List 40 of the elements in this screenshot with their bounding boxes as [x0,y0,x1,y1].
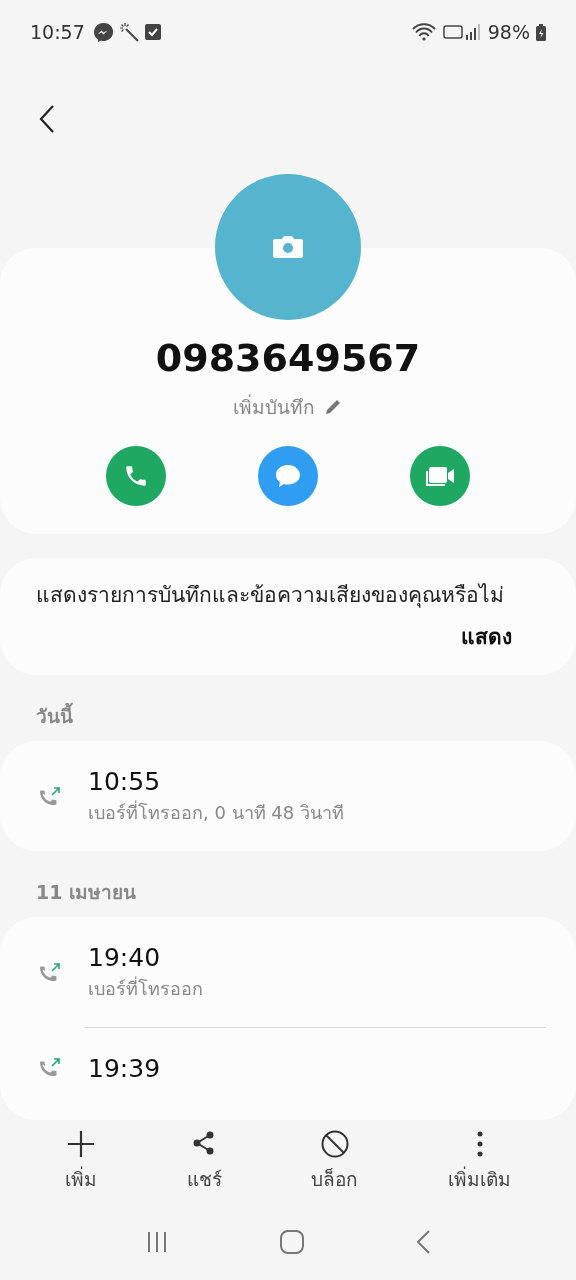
more-button[interactable]: เพิ่มเติม [438,1126,522,1198]
show-button[interactable]: แสดง [457,617,516,655]
call-button[interactable] [106,446,166,506]
add-note-button[interactable]: เพิ่มบันทึก [233,392,343,422]
date-header: วันนี้ [35,701,74,729]
chat-bubble-icon [274,463,302,489]
back-icon [415,1229,431,1255]
battery-icon [536,23,546,41]
call-detail: เบอร์ที่โทรออก [88,975,203,1001]
more-icon [475,1130,484,1158]
plus-icon [66,1130,95,1158]
home-icon [279,1229,305,1255]
camera-icon [272,235,304,259]
call-time: 19:40 [88,942,162,972]
call-time: 10:55 [88,766,162,796]
call-log-item[interactable]: 10:55 เบอร์ที่โทรออก, 0 นาที 48 วินาที [0,746,576,845]
message-button[interactable] [258,446,318,506]
messenger-icon [92,22,113,42]
checkbox-icon [144,24,161,40]
battery-level: 98% [487,21,530,43]
signal-icon [441,23,482,41]
status-time: 10:57 [30,21,85,43]
recent-apps-icon [145,1230,169,1254]
prompt-text: แสดงรายการบันทึกและข้อความเสียงของคุณหรือไม่ [36,582,505,610]
pencil-icon [323,397,343,417]
block-icon [320,1130,349,1158]
phone-number: 0983649567 [155,336,421,380]
call-time: 19:39 [88,1053,161,1083]
phone-icon [123,463,149,489]
video-call-button[interactable] [410,446,470,506]
call-log-item[interactable]: 19:39 [0,1033,576,1101]
magic-wand-icon [118,22,139,42]
video-camera-icon [424,464,456,488]
call-detail: เบอร์ที่โทรออก, 0 นาที 48 วินาที [88,799,344,825]
call-log-item[interactable]: 19:40 เบอร์ที่โทรออก [0,922,576,1021]
block-button[interactable]: บล็อก [301,1126,369,1198]
add-button[interactable]: เพิ่ม [54,1126,107,1198]
share-button[interactable]: แชร์ [176,1126,232,1198]
wifi-icon [411,23,436,41]
date-header: 11 เมษายน [35,879,138,905]
